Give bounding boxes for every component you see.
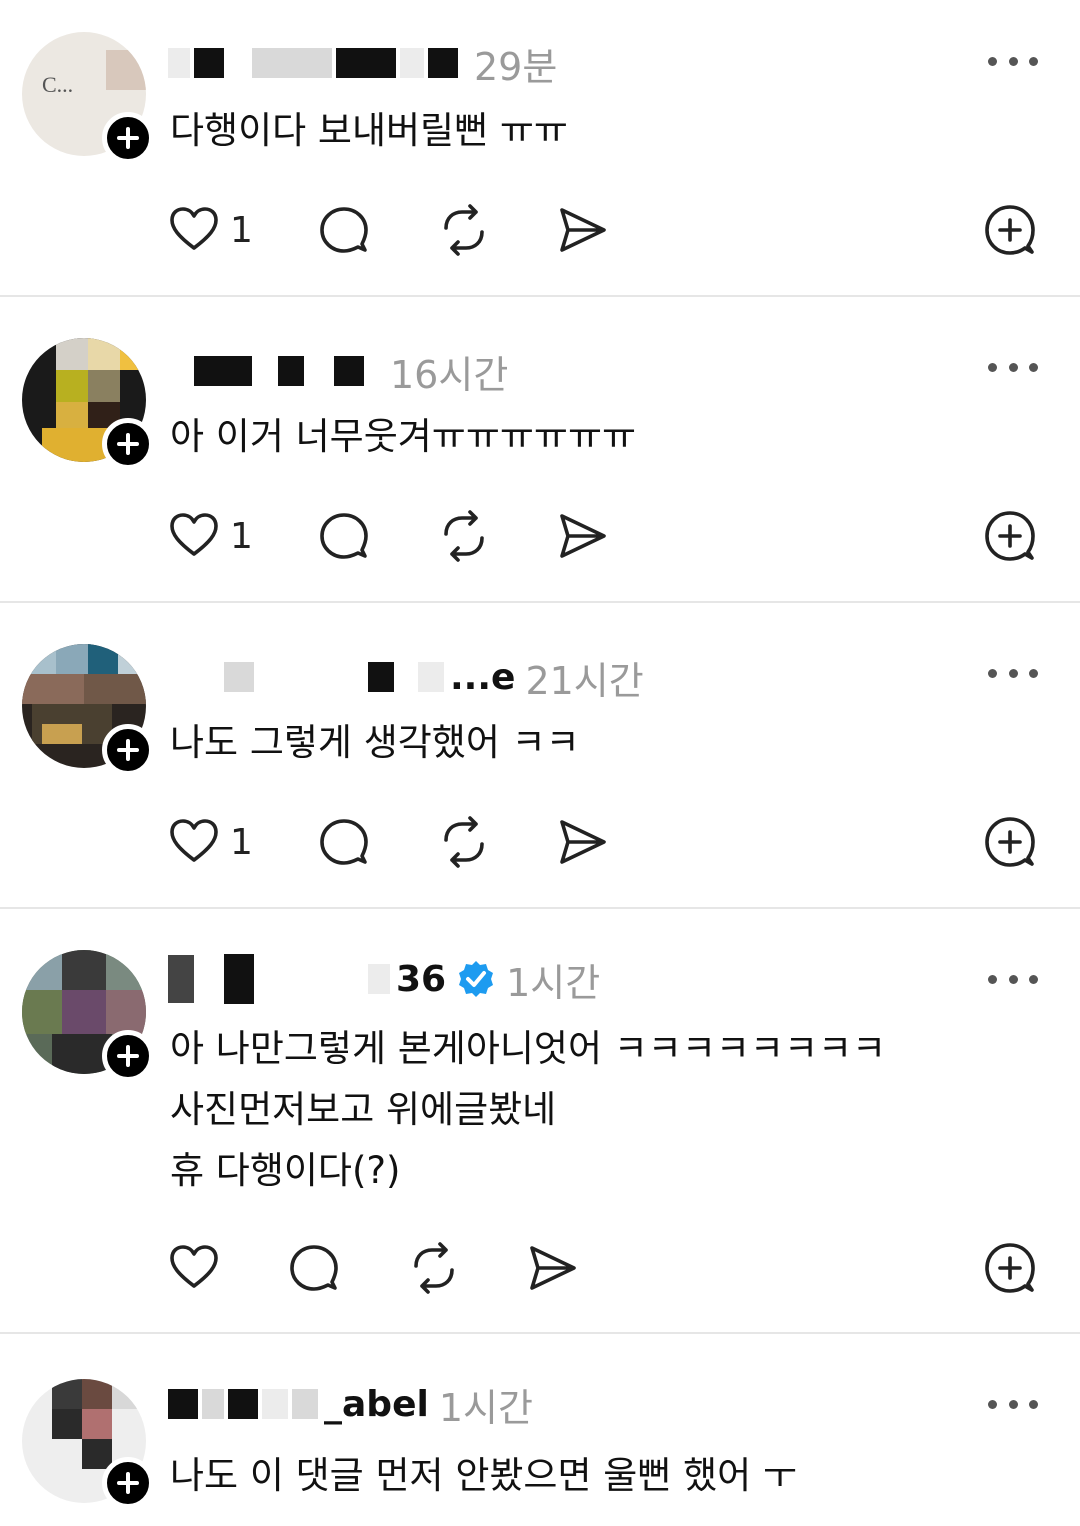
- repost-icon: [444, 816, 484, 868]
- heart-icon: [170, 819, 218, 862]
- username-tail: 36: [396, 958, 447, 1000]
- follow-plus-icon[interactable]: [102, 112, 154, 164]
- follow-plus-icon[interactable]: [102, 1457, 154, 1509]
- divider: [0, 907, 1080, 909]
- post-text: 나도 이 댓글 먼저 안봤으면 울뻔 했어 ㅜ: [170, 1454, 797, 1497]
- repost-button[interactable]: [438, 812, 490, 872]
- like-count: 1: [230, 821, 253, 863]
- share-button[interactable]: [556, 812, 608, 872]
- verified-badge-icon: [459, 961, 494, 997]
- add-button[interactable]: [984, 200, 1036, 260]
- action-bar: 1: [168, 812, 1048, 872]
- add-button[interactable]: [984, 812, 1036, 872]
- share-button[interactable]: [556, 200, 608, 260]
- post-time: 29분: [474, 44, 558, 89]
- add-button[interactable]: [984, 506, 1036, 566]
- add-button[interactable]: [984, 1238, 1036, 1298]
- follow-plus-icon[interactable]: [102, 1030, 154, 1082]
- add-circle-icon: [985, 1243, 1035, 1293]
- reply-button[interactable]: [288, 1238, 340, 1298]
- username[interactable]: _abel 1시간: [168, 1379, 533, 1430]
- action-bar: 1: [168, 200, 1048, 260]
- reply-button[interactable]: [318, 200, 370, 260]
- repost-icon: [444, 204, 484, 256]
- post-text: 아 나만그렇게 본게아니엇어 ㅋㅋㅋㅋㅋㅋㅋㅋ 사진먼저보고 위에글봤네 휴 다…: [170, 1027, 887, 1192]
- share-button[interactable]: [556, 506, 608, 566]
- comment-icon: [320, 207, 368, 253]
- like-count: 1: [230, 515, 253, 557]
- share-button[interactable]: [526, 1238, 578, 1298]
- repost-icon: [414, 1242, 454, 1294]
- post: 36 1시간 아 나만그렇게 본게아니엇어 ㅋㅋㅋㅋㅋㅋㅋㅋ 사진먼저보고 위에…: [0, 912, 1080, 1332]
- post-time: 21시간: [525, 658, 644, 703]
- add-circle-icon: [985, 205, 1035, 255]
- divider: [0, 1332, 1080, 1334]
- repost-icon: [444, 510, 484, 562]
- post-text: 아 이거 너무웃겨ㅠㅠㅠㅠㅠㅠ: [170, 415, 637, 458]
- post-time: 1시간: [506, 960, 601, 1005]
- reply-button[interactable]: [318, 506, 370, 566]
- like-button[interactable]: 1: [168, 812, 253, 872]
- follow-plus-icon[interactable]: [102, 418, 154, 470]
- add-circle-icon: [985, 817, 1035, 867]
- divider: [0, 295, 1080, 297]
- post: _abel 1시간 나도 이 댓글 먼저 안봤으면 울뻔 했어 ㅜ: [0, 1337, 1080, 1526]
- username[interactable]: ...e 21시간: [168, 652, 644, 703]
- send-icon: [560, 514, 606, 558]
- username[interactable]: 36 1시간: [168, 954, 601, 1005]
- send-icon: [560, 820, 606, 864]
- post-time: 1시간: [438, 1385, 533, 1430]
- repost-button[interactable]: [438, 200, 490, 260]
- post-text: 다행이다 보내버릴뻔 ㅠㅠ: [170, 109, 568, 152]
- follow-plus-icon[interactable]: [102, 724, 154, 776]
- repost-button[interactable]: [408, 1238, 460, 1298]
- divider: [0, 601, 1080, 603]
- more-icon[interactable]: [988, 1389, 1038, 1419]
- post-time: 16시간: [390, 352, 509, 397]
- heart-icon: [170, 207, 218, 250]
- post: C... 29분 다행이다 보내버릴뻔 ㅠㅠ 1: [0, 0, 1080, 296]
- comment-icon: [320, 819, 368, 865]
- like-button[interactable]: [168, 1238, 230, 1298]
- username-tail: _abel: [324, 1383, 429, 1425]
- like-button[interactable]: 1: [168, 506, 253, 566]
- comment-icon: [290, 1245, 338, 1291]
- repost-button[interactable]: [438, 506, 490, 566]
- comment-icon: [320, 513, 368, 559]
- post: ...e 21시간 나도 그렇게 생각했어 ㅋㅋ 1: [0, 606, 1080, 908]
- like-count: 1: [230, 209, 253, 251]
- username[interactable]: 29분: [168, 38, 558, 89]
- send-icon: [530, 1246, 576, 1290]
- send-icon: [560, 208, 606, 252]
- action-bar: 1: [168, 506, 1048, 566]
- like-button[interactable]: 1: [168, 200, 253, 260]
- post: 16시간 아 이거 너무웃겨ㅠㅠㅠㅠㅠㅠ 1: [0, 300, 1080, 602]
- username[interactable]: 16시간: [168, 346, 509, 397]
- heart-icon: [170, 513, 218, 556]
- heart-icon: [170, 1245, 218, 1288]
- add-circle-icon: [985, 511, 1035, 561]
- more-icon[interactable]: [988, 352, 1038, 382]
- post-text: 나도 그렇게 생각했어 ㅋㅋ: [170, 721, 580, 764]
- reply-button[interactable]: [318, 812, 370, 872]
- action-bar: [168, 1238, 1048, 1298]
- username-tail: ...e: [450, 656, 516, 698]
- more-icon[interactable]: [988, 46, 1038, 76]
- more-icon[interactable]: [988, 964, 1038, 994]
- more-icon[interactable]: [988, 658, 1038, 688]
